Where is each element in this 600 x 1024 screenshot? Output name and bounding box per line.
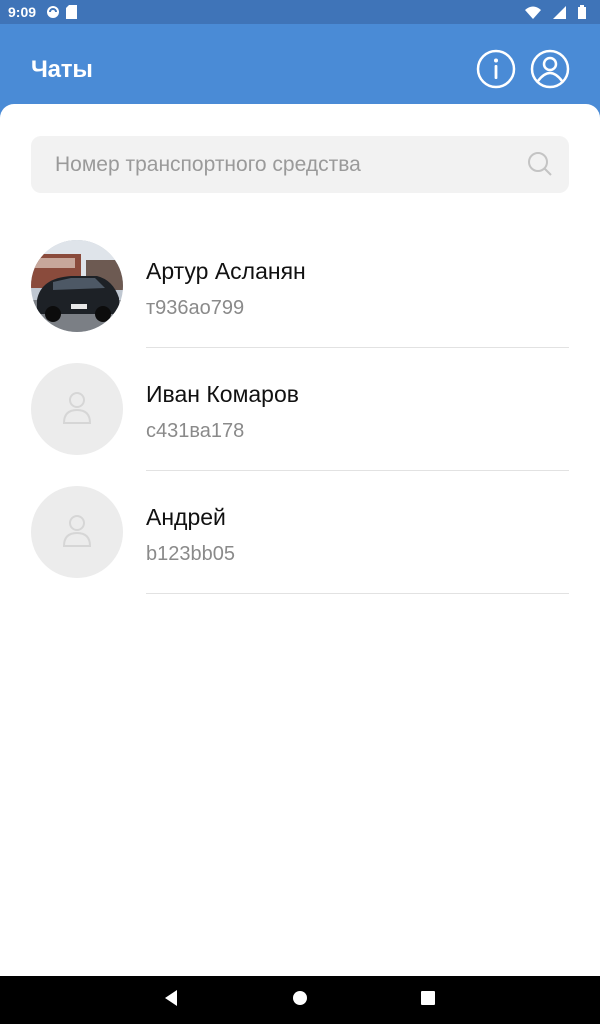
chat-list-item[interactable]: Артур Асланян т936ао799 <box>0 238 600 361</box>
chat-list-item[interactable]: Иван Комаров с431ва178 <box>0 361 600 484</box>
home-circle-icon <box>292 990 308 1011</box>
chat-plate-number: b123bb05 <box>146 543 235 565</box>
chat-name: Артур Асланян <box>146 258 306 284</box>
back-triangle-icon <box>163 989 179 1012</box>
info-icon <box>476 49 516 94</box>
profile-icon <box>530 49 570 94</box>
recents-square-icon <box>420 990 436 1011</box>
status-time: 9:09 <box>8 4 37 20</box>
profile-button[interactable] <box>530 49 570 94</box>
chat-plate-number: т936ао799 <box>146 297 245 319</box>
chat-list-item[interactable]: Андрей b123bb05 <box>0 484 600 607</box>
divider <box>146 470 569 471</box>
system-nav-bar <box>0 976 600 1024</box>
chat-name: Иван Комаров <box>146 381 299 407</box>
cell-signal-icon <box>553 5 566 19</box>
avatar-placeholder <box>31 363 123 455</box>
search-bar[interactable] <box>31 136 569 193</box>
search-icon[interactable] <box>527 151 553 182</box>
page-title: Чаты <box>31 56 93 83</box>
status-bar: 9:09 <box>0 0 600 24</box>
chat-list: Артур Асланян т936ао799 Иван Комаров с43… <box>0 238 600 607</box>
divider <box>146 347 569 348</box>
wifi-icon <box>525 6 541 19</box>
divider <box>146 593 569 594</box>
app-notification-icon <box>46 5 60 19</box>
nav-home-button[interactable] <box>288 988 312 1012</box>
person-placeholder-icon <box>62 389 92 430</box>
content-sheet: Артур Асланян т936ао799 Иван Комаров с43… <box>0 104 600 976</box>
avatar-car-photo <box>31 240 123 332</box>
nav-back-button[interactable] <box>159 988 183 1012</box>
search-input[interactable] <box>31 136 501 193</box>
avatar-placeholder <box>31 486 123 578</box>
app-bar: Чаты <box>0 24 600 106</box>
chat-name: Андрей <box>146 504 226 530</box>
chat-plate-number: с431ва178 <box>146 420 245 442</box>
nav-recents-button[interactable] <box>416 988 440 1012</box>
battery-icon <box>578 5 586 19</box>
info-button[interactable] <box>476 49 516 94</box>
person-placeholder-icon <box>62 512 92 553</box>
sd-card-icon <box>66 5 78 19</box>
